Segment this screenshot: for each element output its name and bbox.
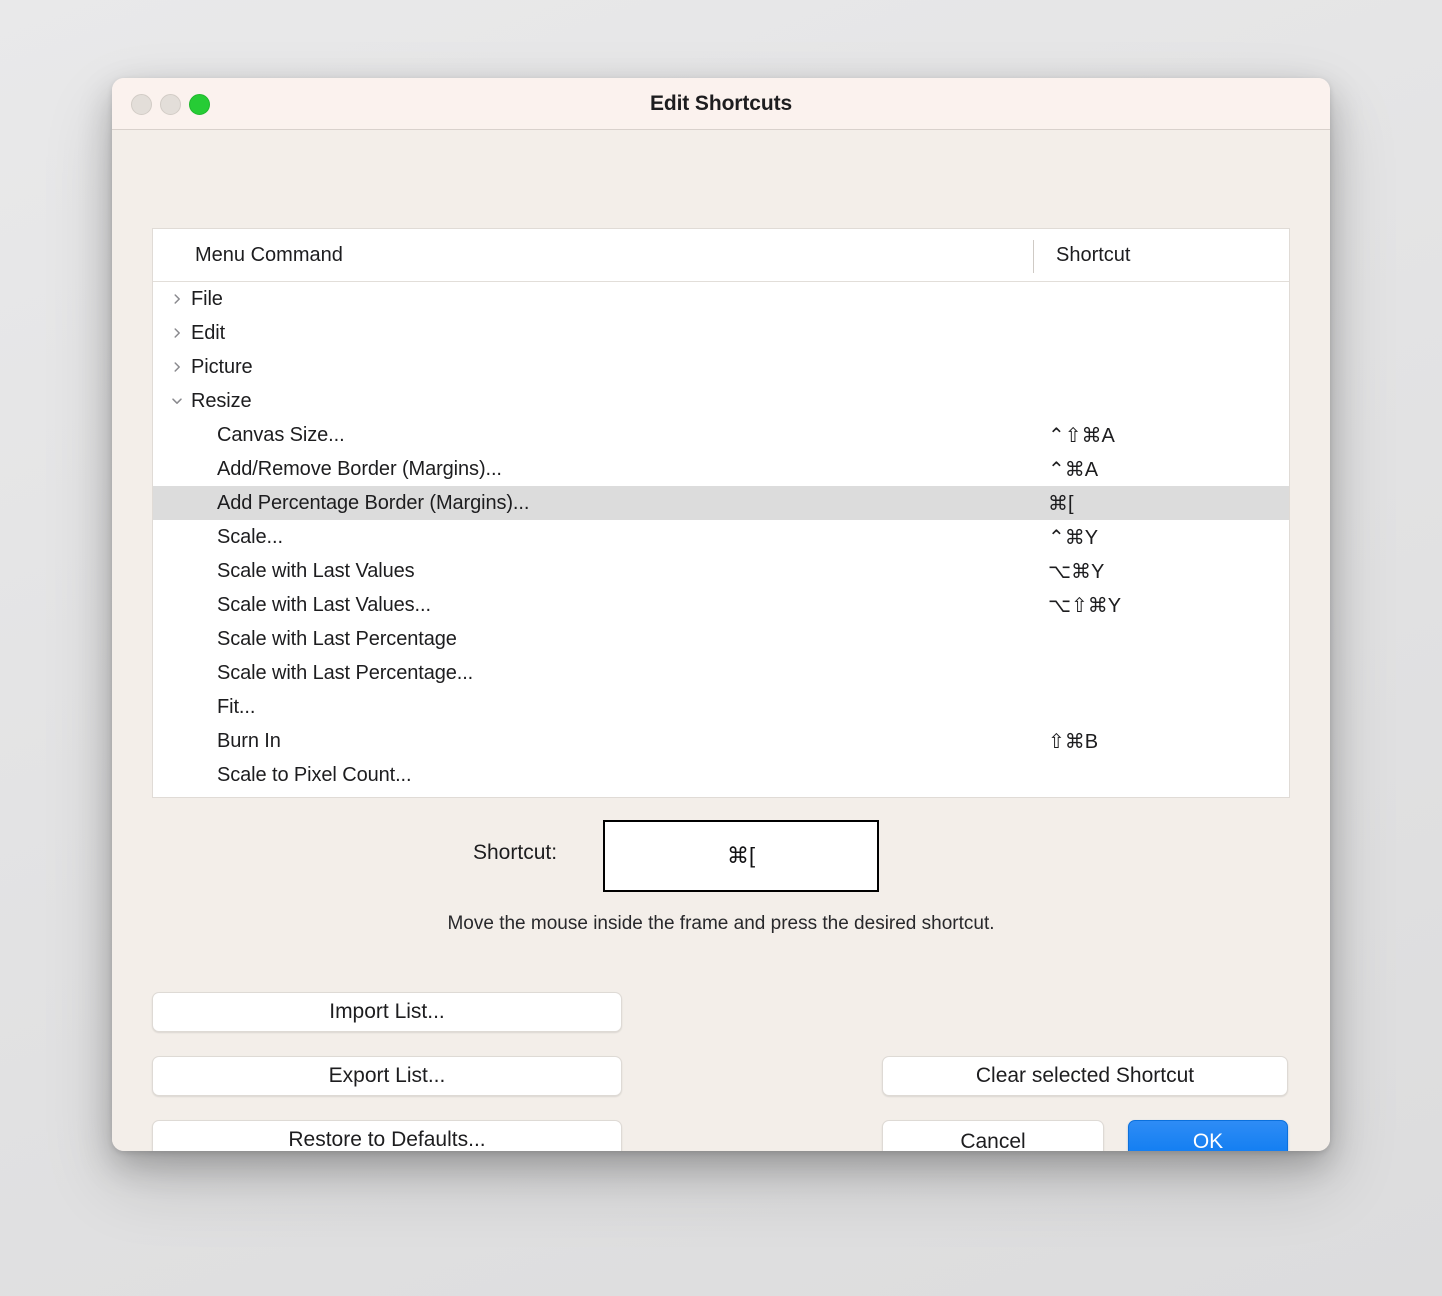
column-divider (1033, 240, 1034, 273)
window-title: Edit Shortcuts (649, 92, 793, 115)
row-label: Burn In (217, 729, 281, 752)
chevron-right-icon[interactable] (167, 293, 187, 305)
row-label: Picture (191, 355, 253, 378)
restore-defaults-button[interactable]: Restore to Defaults... (152, 1120, 622, 1151)
table-row[interactable]: File (153, 282, 1289, 316)
row-shortcut: ⌥⌘Y (1048, 560, 1105, 583)
chevron-right-icon[interactable] (167, 361, 187, 373)
table-row[interactable]: Fit... (153, 690, 1289, 724)
table-row[interactable]: Scale to Pixel Count... (153, 758, 1289, 792)
row-label: Scale with Last Percentage... (217, 661, 474, 684)
row-label: Fit... (217, 695, 256, 718)
clear-selected-shortcut-button[interactable]: Clear selected Shortcut (882, 1056, 1288, 1096)
table-row[interactable]: Scale... ⌃⌘Y (153, 520, 1289, 554)
table-row[interactable]: Add Percentage Border (Margins)... ⌘[ (153, 486, 1289, 520)
row-label: Scale with Last Values... (217, 593, 431, 616)
row-label: Edit (191, 321, 226, 344)
table-row[interactable]: Canvas Size... ⌃⇧⌘A (153, 418, 1289, 452)
row-shortcut: ⌘[ (1048, 492, 1074, 515)
shortcut-capture-field[interactable]: ⌘[ (603, 820, 879, 892)
table-row[interactable]: Add/Remove Border (Margins)... ⌃⌘A (153, 452, 1289, 486)
row-label: Scale to Pixel Count... (217, 763, 412, 786)
shortcuts-table: Menu Command Shortcut File Edit Picture Res… (152, 228, 1290, 798)
row-label: Canvas Size... (217, 423, 345, 446)
table-row[interactable]: Scale with Last Percentage... (153, 656, 1289, 690)
import-list-button[interactable]: Import List... (152, 992, 622, 1032)
chevron-right-icon[interactable] (167, 327, 187, 339)
row-shortcut: ⇧⌘B (1048, 730, 1099, 753)
export-list-button[interactable]: Export List... (152, 1056, 622, 1096)
table-row[interactable]: Scale with Last Percentage (153, 622, 1289, 656)
row-label: Resize (191, 389, 252, 412)
row-label: Add Percentage Border (Margins)... (217, 491, 530, 514)
ok-button[interactable]: OK (1128, 1120, 1288, 1151)
row-label: Scale... (217, 525, 283, 548)
shortcut-field-label: Shortcut: (473, 841, 558, 864)
row-shortcut: ⌃⇧⌘A (1048, 424, 1115, 447)
window-titlebar: Edit Shortcuts (112, 78, 1330, 130)
table-header: Menu Command Shortcut (153, 229, 1289, 282)
row-label: Scale with Last Percentage (217, 627, 457, 650)
row-shortcut: ⌃⌘Y (1048, 526, 1099, 549)
row-shortcut: ⌃⌘A (1048, 458, 1099, 481)
row-label: Add/Remove Border (Margins)... (217, 457, 502, 480)
edit-shortcuts-window: Edit Shortcuts Menu Command Shortcut Fil… (112, 78, 1330, 1151)
table-rows: File Edit Picture Resize Canvas Size... ⌃⇧⌘A A… (153, 282, 1289, 792)
shortcut-editor: Shortcut: ⌘[ (112, 820, 1330, 892)
table-row[interactable]: Resize (153, 384, 1289, 418)
table-row[interactable]: Scale with Last Values... ⌥⇧⌘Y (153, 588, 1289, 622)
dialog-content: Menu Command Shortcut File Edit Picture Res… (112, 130, 1330, 1151)
table-row[interactable]: Edit (153, 316, 1289, 350)
column-header-shortcut[interactable]: Shortcut (1056, 229, 1130, 282)
table-row[interactable]: Burn In ⇧⌘B (153, 724, 1289, 758)
row-label: File (191, 287, 223, 310)
row-label: Scale with Last Values (217, 559, 415, 582)
shortcut-hint-text: Move the mouse inside the frame and pres… (447, 913, 995, 934)
column-header-menu-command[interactable]: Menu Command (195, 229, 343, 282)
chevron-down-icon[interactable] (167, 395, 187, 407)
row-shortcut: ⌥⇧⌘Y (1048, 594, 1122, 617)
table-row[interactable]: Picture (153, 350, 1289, 384)
cancel-button[interactable]: Cancel (882, 1120, 1104, 1151)
table-row[interactable]: Scale with Last Values ⌥⌘Y (153, 554, 1289, 588)
